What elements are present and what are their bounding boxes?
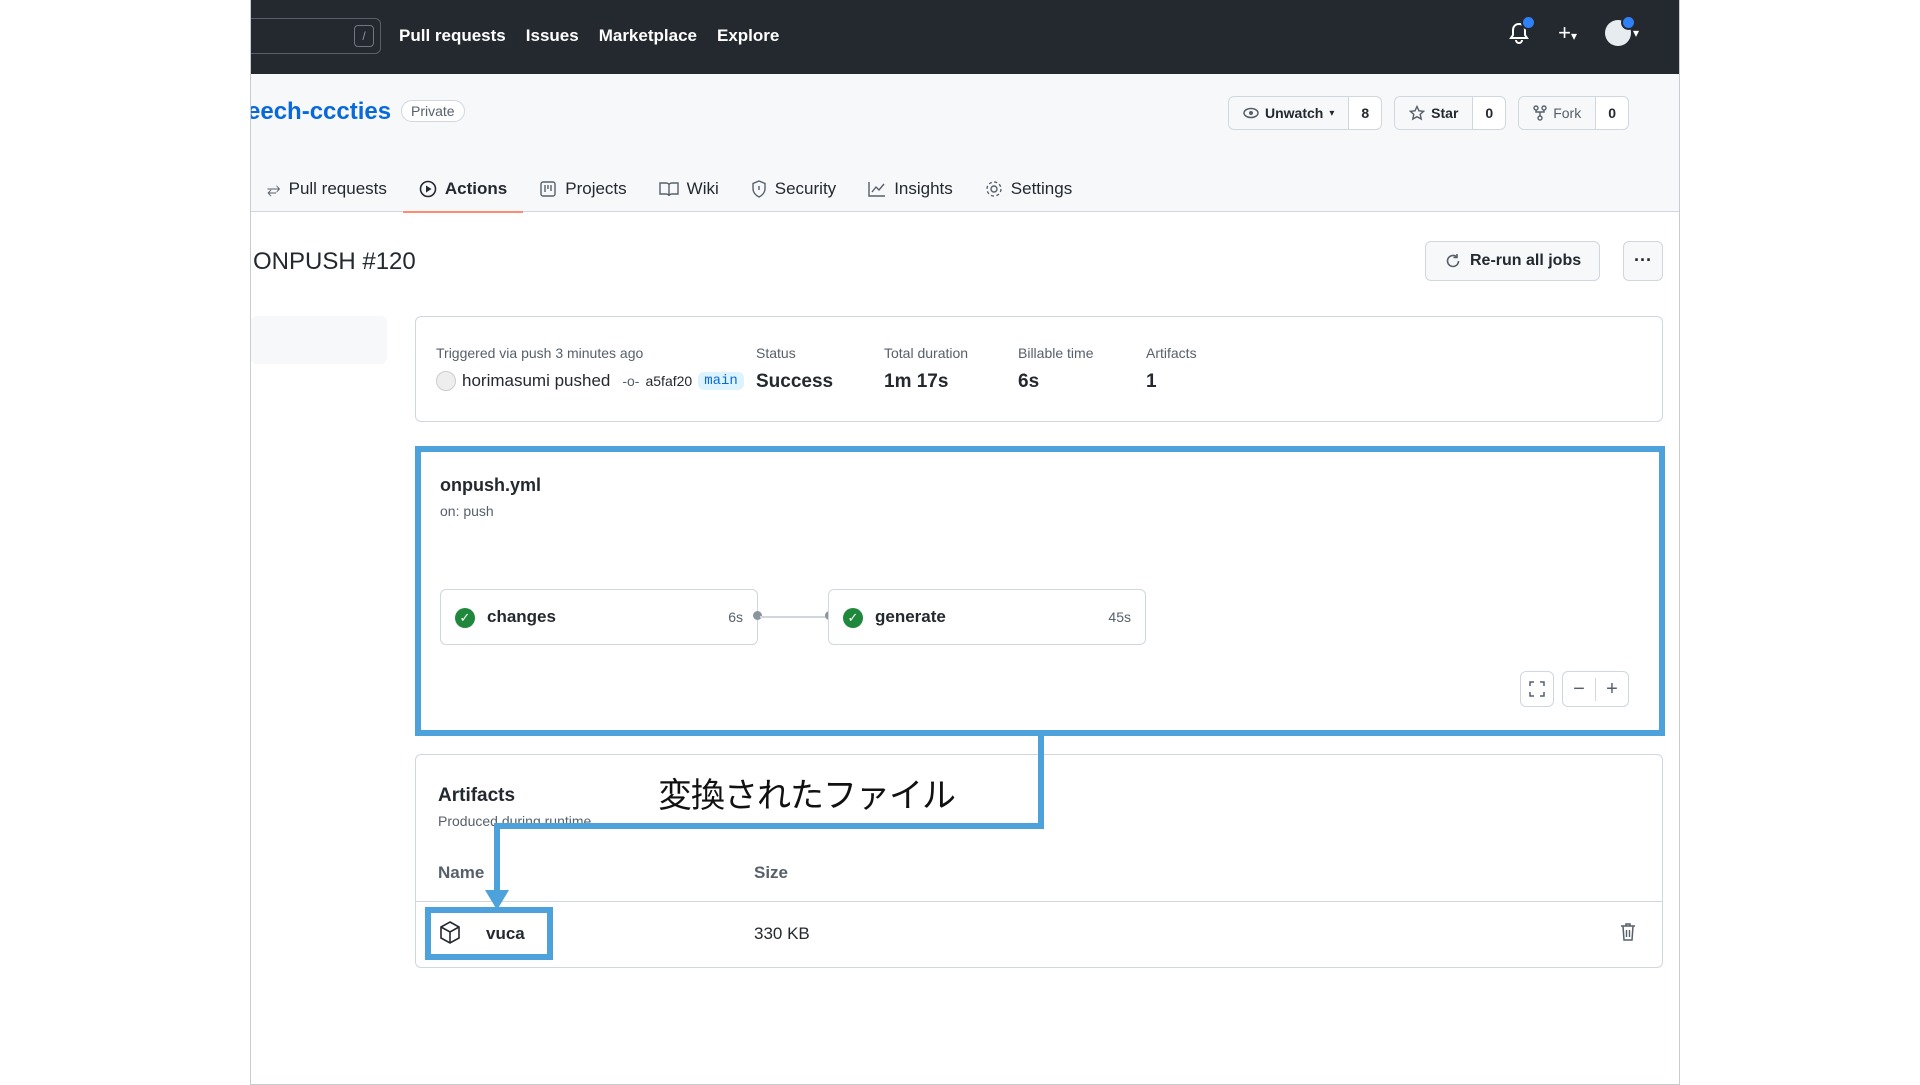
browser-page: / Pull requests Issues Marketplace Explo… — [250, 0, 1680, 1085]
annotation-arrow — [485, 736, 1044, 910]
annotation-label: 変換されたファイル — [658, 776, 956, 816]
